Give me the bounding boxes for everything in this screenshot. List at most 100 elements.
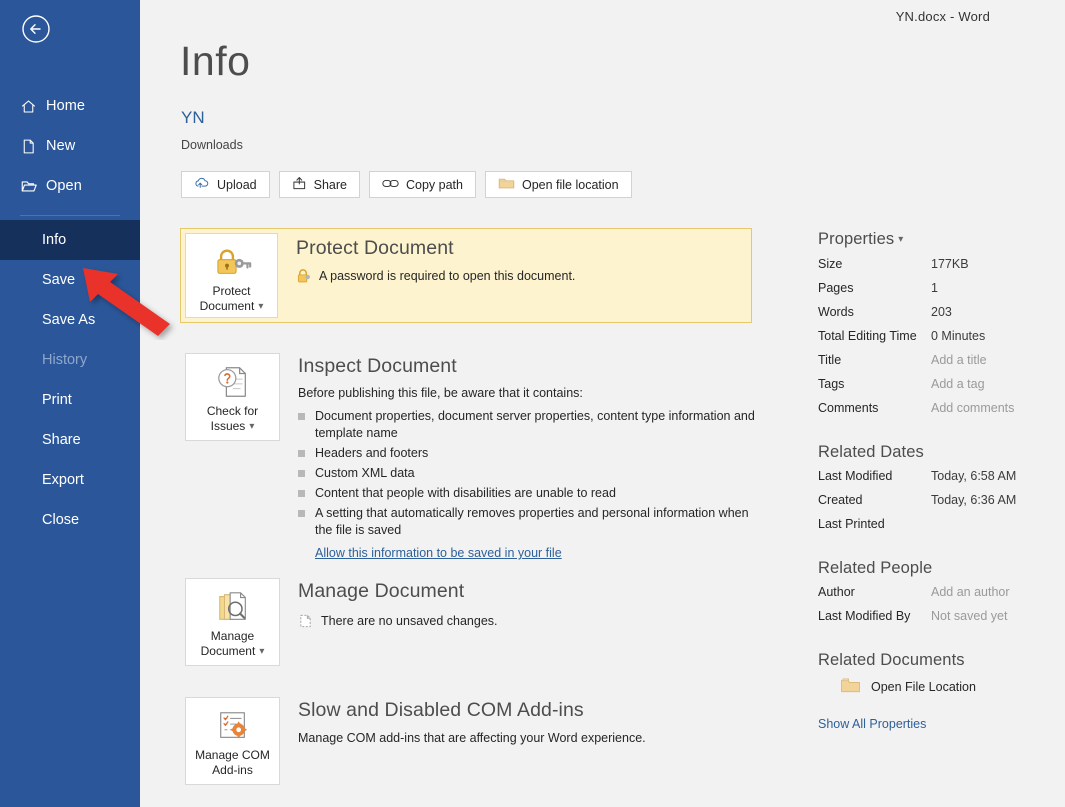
button-label-line2: Document — [200, 299, 255, 313]
link-chain-icon — [382, 178, 399, 192]
property-key: Author — [818, 585, 931, 600]
chevron-down-icon[interactable]: ▾ — [249, 421, 254, 432]
property-value-input[interactable]: Add an author — [931, 585, 1010, 600]
sidebar-item-label: History — [42, 352, 87, 368]
property-value-input[interactable]: Add a tag — [931, 377, 985, 392]
chevron-down-icon[interactable]: ▾ — [898, 234, 903, 245]
protect-document-button[interactable]: Protect Document▾ — [185, 233, 278, 318]
sidebar-item-info[interactable]: Info — [0, 220, 140, 260]
folder-icon — [840, 677, 861, 697]
show-all-properties-link[interactable]: Show All Properties — [818, 717, 926, 731]
list-item: Headers and footers — [298, 445, 765, 462]
property-value-input[interactable]: Add comments — [931, 401, 1014, 416]
sidebar-item-export[interactable]: Export — [0, 460, 140, 500]
list-item-text: Headers and footers — [315, 445, 428, 462]
button-label-line1: Manage COM — [195, 748, 270, 762]
sidebar-item-history: History — [0, 340, 140, 380]
button-label-line1: Protect — [212, 284, 250, 298]
property-key: Tags — [818, 377, 931, 392]
property-key: Comments — [818, 401, 931, 416]
list-item-text: Content that people with disabilities ar… — [315, 485, 616, 502]
property-key: Pages — [818, 281, 931, 296]
backstage-sidebar: Home New Open — [0, 0, 140, 807]
bullet-square-icon — [298, 490, 305, 497]
manage-status-text: There are no unsaved changes. — [321, 613, 498, 629]
chevron-down-icon[interactable]: ▾ — [259, 646, 264, 657]
allow-info-saved-link[interactable]: Allow this information to be saved in yo… — [315, 546, 562, 560]
property-value-input[interactable]: Add a title — [931, 353, 987, 368]
manage-document-icon — [214, 587, 252, 627]
open-file-location-link[interactable]: Open File Location — [840, 677, 1065, 697]
related-people-row-author: Author Add an author — [818, 585, 1065, 600]
sidebar-item-label: Close — [42, 512, 79, 528]
bullet-square-icon — [298, 470, 305, 477]
com-addins-gear-icon — [214, 706, 252, 746]
related-dates-heading: Related Dates — [818, 443, 1065, 462]
file-actions-toolbar: Upload Share Copy path — [181, 171, 632, 198]
sidebar-item-save-as[interactable]: Save As — [0, 300, 140, 340]
button-label: Copy path — [406, 178, 463, 192]
sidebar-item-home[interactable]: Home — [0, 86, 140, 126]
com-addins-body: Slow and Disabled COM Add-ins Manage COM… — [280, 697, 646, 785]
sidebar-item-label: Print — [42, 392, 72, 408]
upload-button[interactable]: Upload — [181, 171, 270, 198]
manage-document-button[interactable]: Manage Document▾ — [185, 578, 280, 666]
copy-path-button[interactable]: Copy path — [369, 171, 476, 198]
button-label-line2: Issues — [211, 419, 246, 433]
check-for-issues-button[interactable]: Check for Issues▾ — [185, 353, 280, 441]
sidebar-item-new[interactable]: New — [0, 126, 140, 166]
sidebar-item-label: Info — [42, 232, 66, 248]
section-heading: Slow and Disabled COM Add-ins — [298, 699, 646, 722]
button-label-line1: Manage — [211, 629, 254, 643]
inspect-document-card: Check for Issues▾ Inspect Document Befor… — [185, 353, 765, 562]
sidebar-item-label: Save — [42, 272, 75, 288]
related-date-row-created: Created Today, 6:36 AM — [818, 493, 1065, 508]
open-folder-icon — [20, 177, 46, 195]
bullet-square-icon — [298, 510, 305, 517]
new-document-icon — [20, 138, 46, 155]
properties-panel: Properties▾ Size 177KB Pages 1 Words 203… — [818, 230, 1065, 733]
property-row-size: Size 177KB — [818, 257, 1065, 272]
properties-heading-text: Properties — [818, 230, 894, 248]
sidebar-item-save[interactable]: Save — [0, 260, 140, 300]
property-key: Words — [818, 305, 931, 320]
inspect-intro-text: Before publishing this file, be aware th… — [298, 385, 765, 402]
sidebar-item-print[interactable]: Print — [0, 380, 140, 420]
document-inspect-icon — [214, 362, 252, 402]
section-heading: Manage Document — [298, 580, 498, 603]
list-item: Custom XML data — [298, 465, 765, 482]
button-label: Share — [314, 178, 347, 192]
cloud-upload-icon — [194, 176, 210, 193]
related-people-row-last-modified-by: Last Modified By Not saved yet — [818, 609, 1065, 624]
list-item-text: A setting that automatically removes pro… — [315, 505, 765, 539]
property-value: Today, 6:58 AM — [931, 469, 1016, 484]
bullet-square-icon — [298, 413, 305, 420]
manage-com-addins-button[interactable]: Manage COM Add-ins — [185, 697, 280, 785]
com-addins-status-text: Manage COM add-ins that are affecting yo… — [298, 730, 646, 747]
open-file-location-label: Open File Location — [871, 680, 976, 694]
manage-document-body: Manage Document There are no unsaved cha… — [280, 578, 498, 666]
word-backstage-info-screen: Home New Open — [0, 0, 1065, 807]
sidebar-top-nav: Home New Open — [0, 86, 140, 216]
chevron-down-icon[interactable]: ▾ — [258, 301, 263, 312]
protect-status-text: A password is required to open this docu… — [319, 268, 575, 284]
unsaved-changes-icon — [298, 613, 313, 634]
properties-heading: Properties ▾ — [818, 230, 1065, 249]
share-button[interactable]: Share — [279, 171, 360, 198]
page-title: Info — [180, 38, 250, 85]
list-item: A setting that automatically removes pro… — [298, 505, 765, 539]
sidebar-item-share[interactable]: Share — [0, 420, 140, 460]
share-arrow-icon — [292, 176, 307, 193]
button-label-line2: Document — [201, 644, 256, 658]
back-arrow-circle-icon[interactable] — [20, 13, 52, 45]
sidebar-item-open[interactable]: Open — [0, 166, 140, 206]
property-value: 1 — [931, 281, 938, 296]
sidebar-item-label: New — [46, 138, 75, 154]
protect-document-card: Protect Document▾ Protect Document A pas… — [180, 228, 752, 323]
open-file-location-button[interactable]: Open file location — [485, 171, 632, 198]
property-row-tags: Tags Add a tag — [818, 377, 1065, 392]
backstage-main: YN.docx - Word Info YN Downloads Upload — [140, 0, 1065, 807]
document-path: Downloads — [181, 138, 243, 152]
property-key: Total Editing Time — [818, 329, 931, 344]
sidebar-item-close[interactable]: Close — [0, 500, 140, 540]
